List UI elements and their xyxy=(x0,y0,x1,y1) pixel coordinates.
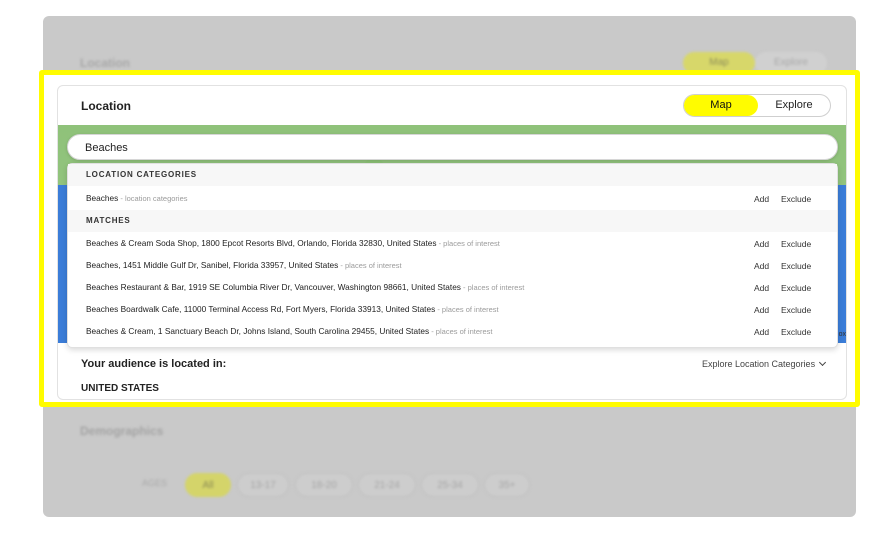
exclude-button[interactable]: Exclude xyxy=(781,283,811,293)
add-button[interactable]: Add xyxy=(754,194,769,204)
categories-header: LOCATION CATEGORIES xyxy=(68,164,837,186)
add-button[interactable]: Add xyxy=(754,283,769,293)
result-type: - places of interest xyxy=(435,305,499,314)
result-name: Beaches & Cream Soda Shop, 1800 Epcot Re… xyxy=(86,238,437,248)
tab-explore[interactable]: Explore xyxy=(758,95,830,116)
map-water-right xyxy=(838,185,846,343)
search-results-dropdown: LOCATION CATEGORIES Beaches - location c… xyxy=(67,163,838,348)
result-name: Beaches Restaurant & Bar, 1919 SE Columb… xyxy=(86,282,461,292)
bg-age-option: All xyxy=(185,473,231,497)
add-button[interactable]: Add xyxy=(754,327,769,337)
exclude-button[interactable]: Exclude xyxy=(781,261,811,271)
bg-ages-label: AGES xyxy=(142,478,168,488)
matches-header: MATCHES xyxy=(68,210,837,232)
map-attribution: ox xyxy=(838,331,846,338)
bg-age-option: 21-24 xyxy=(358,473,416,497)
result-type: - places of interest xyxy=(338,261,402,270)
result-type: - places of interest xyxy=(460,283,525,292)
tab-map[interactable]: Map xyxy=(684,95,758,116)
selected-country: UNITED STATES xyxy=(81,383,159,394)
add-button[interactable]: Add xyxy=(754,239,769,249)
list-item[interactable]: Beaches - location categories Add Exclud… xyxy=(68,188,837,210)
bg-age-option: 25-34 xyxy=(421,473,479,497)
location-search-input[interactable]: Beaches xyxy=(67,134,838,160)
list-item[interactable]: Beaches Restaurant & Bar, 1919 SE Columb… xyxy=(68,277,837,299)
view-toggle: Map Explore xyxy=(683,94,831,117)
list-item[interactable]: Beaches & Cream Soda Shop, 1800 Epcot Re… xyxy=(68,233,837,255)
bg-demographics-title: Demographics xyxy=(80,424,164,438)
chevron-down-icon xyxy=(819,358,827,367)
search-value: Beaches xyxy=(85,142,128,154)
list-item[interactable]: Beaches, 1451 Middle Gulf Dr, Sanibel, F… xyxy=(68,255,837,277)
bg-age-option: 18-20 xyxy=(295,473,353,497)
add-button[interactable]: Add xyxy=(754,261,769,271)
result-name: Beaches Boardwalk Cafe, 11000 Terminal A… xyxy=(86,304,436,314)
explore-location-categories-link[interactable]: Explore Location Categories xyxy=(702,358,827,369)
audience-location-label: Your audience is located in: xyxy=(81,358,227,370)
result-name: Beaches xyxy=(86,193,119,203)
add-button[interactable]: Add xyxy=(754,305,769,315)
list-item[interactable]: Beaches & Cream, 1 Sanctuary Beach Dr, J… xyxy=(68,321,837,343)
location-title: Location xyxy=(81,99,131,113)
location-card: Location Map Explore ox Beaches LOCATION… xyxy=(57,85,847,400)
exclude-button[interactable]: Exclude xyxy=(781,327,811,337)
bg-age-option: 13-17 xyxy=(237,473,289,497)
result-type: - places of interest xyxy=(436,239,500,248)
result-name: Beaches & Cream, 1 Sanctuary Beach Dr, J… xyxy=(86,326,430,336)
bg-age-option: 35+ xyxy=(484,473,530,497)
bg-location-title: Location xyxy=(80,56,130,70)
exclude-button[interactable]: Exclude xyxy=(781,239,811,249)
exclude-button[interactable]: Exclude xyxy=(781,305,811,315)
result-name: Beaches, 1451 Middle Gulf Dr, Sanibel, F… xyxy=(86,260,339,270)
result-type: - places of interest xyxy=(429,327,493,336)
list-item[interactable]: Beaches Boardwalk Cafe, 11000 Terminal A… xyxy=(68,299,837,321)
result-type: - location categories xyxy=(118,194,188,203)
exclude-button[interactable]: Exclude xyxy=(781,194,811,204)
